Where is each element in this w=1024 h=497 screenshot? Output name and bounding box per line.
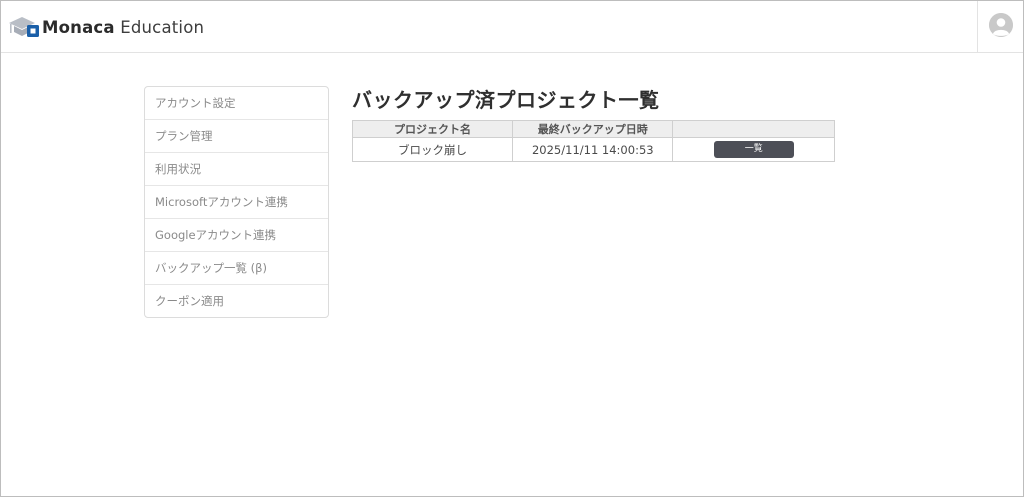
header-divider [977,1,978,52]
table-row: ブロック崩し 2025/11/11 14:00:53 一覧 [351,137,835,162]
brand-name-suffix: Education [120,17,205,37]
cell-last-backup: 2025/11/11 14:00:53 [512,137,674,162]
sidebar-item-microsoft-link[interactable]: Microsoftアカウント連携 [145,186,328,219]
column-header-project-name: プロジェクト名 [351,120,514,138]
sidebar-item-usage[interactable]: 利用状況 [145,153,328,186]
app-window: Monaca Education アカウント設定 プラン管理 利用状況 Micr… [0,0,1024,497]
top-header: Monaca Education [1,1,1023,53]
view-list-button[interactable]: 一覧 [713,141,794,158]
user-avatar-icon[interactable] [989,13,1013,37]
cell-project-name: ブロック崩し [351,137,514,162]
settings-sidebar: アカウント設定 プラン管理 利用状況 Microsoftアカウント連携 Goog… [144,86,329,318]
page-title: バックアップ済プロジェクト一覧 [352,88,660,112]
sidebar-item-coupon[interactable]: クーポン適用 [145,285,328,317]
backup-table: プロジェクト名 最終バックアップ日時 ブロック崩し 2025/11/11 14:… [351,120,835,162]
avatar-silhouette-icon [989,13,1013,37]
sidebar-item-account-settings[interactable]: アカウント設定 [145,87,328,120]
column-header-action [672,120,835,138]
sidebar-item-plan-management[interactable]: プラン管理 [145,120,328,153]
brand-name: Monaca Education [42,18,204,37]
column-header-last-backup: 最終バックアップ日時 [512,120,674,138]
brand-logo[interactable]: Monaca Education [8,15,204,39]
sidebar-item-google-link[interactable]: Googleアカウント連携 [145,219,328,252]
brand-name-strong: Monaca [42,17,115,37]
table-header-row: プロジェクト名 最終バックアップ日時 [351,120,835,138]
cell-action: 一覧 [672,137,835,162]
graduation-cap-icon [9,17,39,37]
sidebar-item-backup-list[interactable]: バックアップ一覧 (β) [145,252,328,285]
